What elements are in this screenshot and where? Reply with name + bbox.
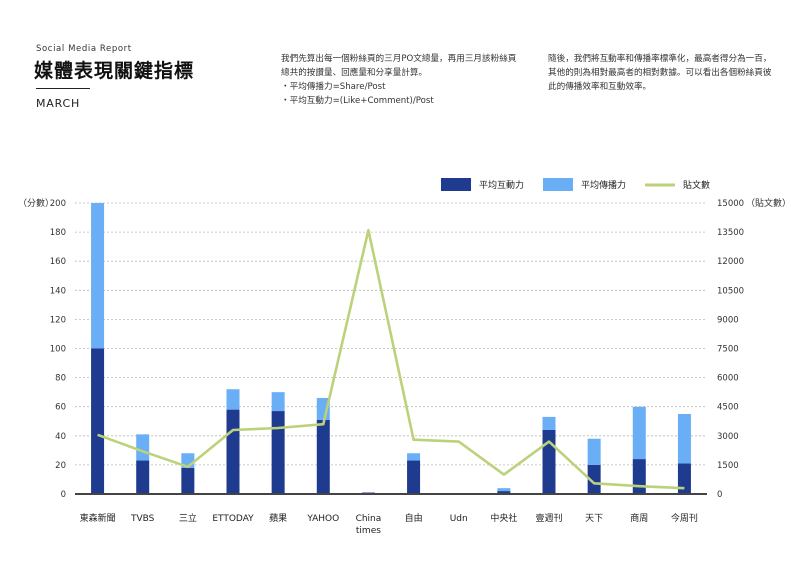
x-tick-label: 天下 — [585, 514, 603, 524]
bar-interaction — [226, 409, 240, 494]
legend-label: 平均傳播力 — [581, 179, 626, 191]
bar-spread — [91, 203, 105, 349]
y2-tick-label: 0 — [717, 490, 722, 500]
legend-label: 貼文數 — [683, 179, 710, 191]
legend-label: 平均互動力 — [479, 179, 524, 191]
y2-axis-title: （貼文數） — [746, 197, 791, 209]
x-tick-label: 東森新聞 — [80, 512, 116, 524]
y-tick-label: 140 — [50, 286, 66, 296]
x-tick-label: 壹週刊 — [535, 512, 562, 524]
bar-interaction — [407, 460, 421, 494]
bar-spread — [677, 413, 691, 464]
bar-interaction — [542, 429, 556, 494]
y2-tick-label: 4500 — [717, 403, 739, 413]
bar-spread — [226, 389, 240, 410]
bar-spread — [542, 416, 556, 430]
x-tick-label: China times — [356, 514, 382, 536]
y-tick-label: 60 — [55, 403, 66, 413]
y2-tick-label: 1500 — [717, 461, 739, 471]
x-tick-label: TVBS — [130, 514, 155, 524]
bar-interaction — [316, 419, 330, 494]
y2-tick-label: 15000 — [717, 199, 744, 209]
x-tick-label: 蘋果 — [269, 512, 287, 524]
bar-interaction — [271, 411, 285, 494]
y2-tick-label: 3000 — [717, 432, 739, 442]
bar-spread — [136, 434, 150, 461]
x-tick-label: 三立 — [179, 512, 197, 524]
x-tick-label: Udn — [450, 514, 468, 524]
y-tick-label: 160 — [50, 257, 66, 267]
y2-tick-label: 10500 — [717, 286, 744, 296]
bar-interaction — [136, 460, 150, 494]
y-tick-label: 0 — [61, 490, 66, 500]
y2-tick-label: 9000 — [717, 315, 739, 325]
x-tick-label: YAHOO — [306, 514, 339, 524]
y2-tick-label: 6000 — [717, 374, 739, 384]
y-tick-label: 20 — [55, 461, 66, 471]
bar-spread — [497, 488, 511, 492]
bar-spread — [407, 453, 421, 461]
x-tick-label: 中央社 — [490, 512, 517, 524]
y-tick-label: 80 — [55, 374, 66, 384]
y-axis-title: （分數） — [18, 197, 54, 209]
bar-interaction — [677, 463, 691, 494]
legend-swatch — [441, 178, 471, 191]
y2-tick-label: 7500 — [717, 345, 739, 355]
x-tick-label: 商周 — [630, 512, 648, 524]
y-tick-label: 40 — [55, 432, 66, 442]
y-tick-label: 180 — [50, 228, 66, 238]
legend-swatch — [543, 178, 573, 191]
x-tick-label: 今周刊 — [671, 512, 698, 524]
bar-interaction — [632, 459, 646, 494]
x-tick-label: 自由 — [405, 512, 423, 524]
x-tick-label: ETTODAY — [212, 514, 254, 524]
y2-tick-label: 12000 — [717, 257, 744, 267]
y2-tick-label: 13500 — [717, 228, 744, 238]
bar-interaction — [181, 467, 195, 494]
combo-chart: 0204060801001201401601802000150030004500… — [18, 178, 791, 536]
bar-interaction — [91, 348, 105, 494]
y-tick-label: 120 — [50, 315, 66, 325]
y-tick-label: 100 — [50, 345, 66, 355]
bar-spread — [271, 392, 285, 412]
bar-spread — [632, 406, 646, 460]
bar-spread — [587, 438, 601, 465]
